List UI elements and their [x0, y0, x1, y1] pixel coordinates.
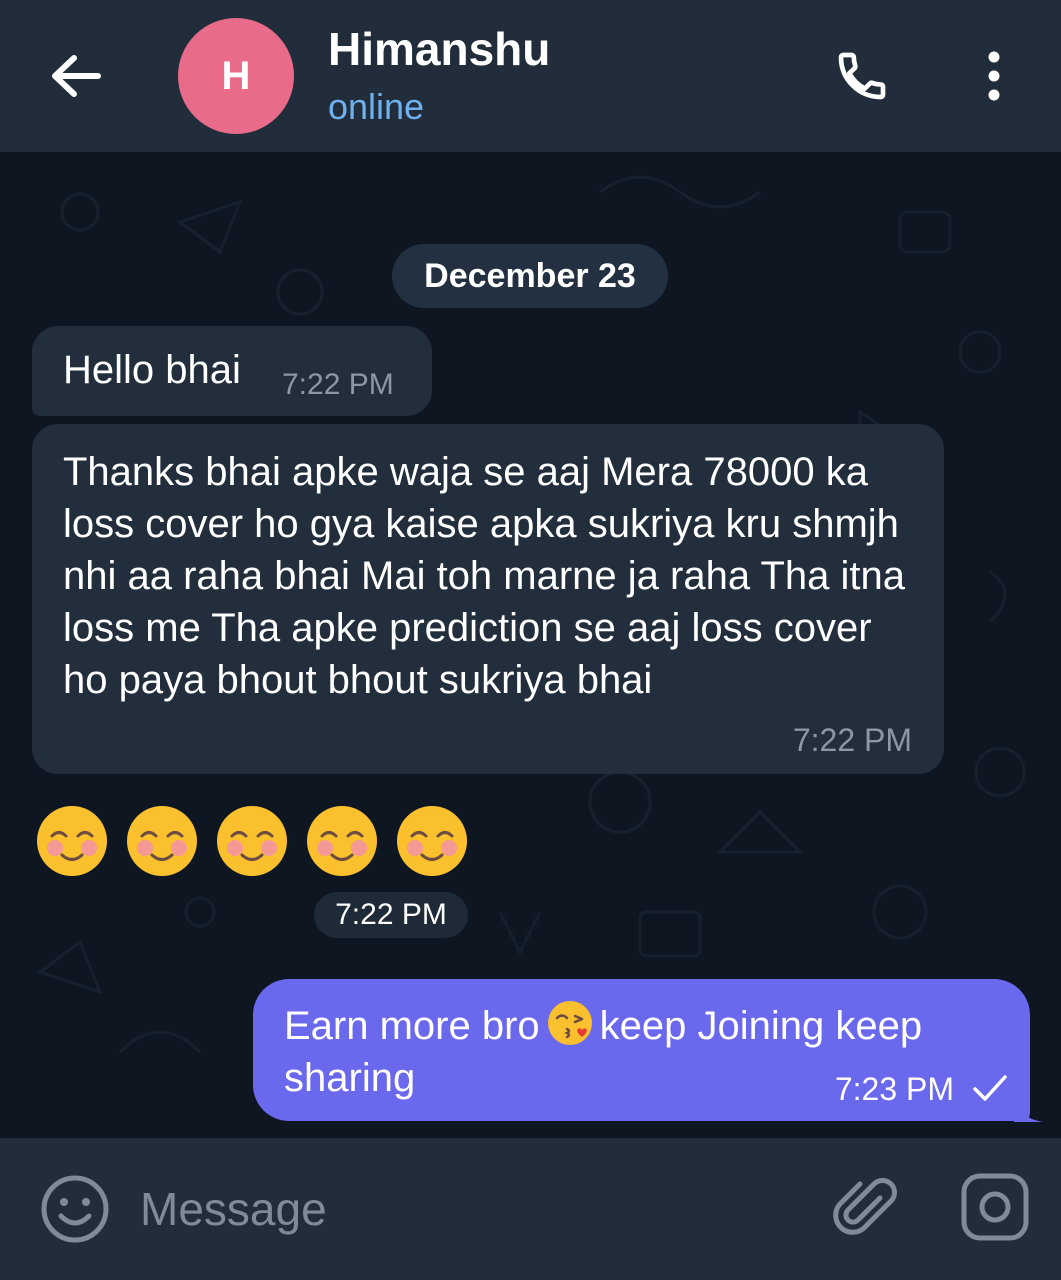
smiling-face-emoji-icon	[37, 806, 107, 876]
contact-status: online	[328, 86, 425, 127]
check-icon	[973, 1075, 1007, 1101]
more-options-button[interactable]	[958, 40, 1030, 112]
chat-area[interactable]: December 23 Hello bhai 7:22 PM Thanks bh…	[0, 152, 1061, 1138]
message-text: Thanks bhai apke waja se aaj Mera 78000 …	[63, 450, 906, 702]
message-input[interactable]: Message	[140, 1174, 780, 1244]
message-time: 7:22 PM	[792, 722, 912, 758]
message-text-part: Earn more bro	[284, 1004, 540, 1048]
incoming-message[interactable]: Thanks bhai apke waja se aaj Mera 78000 …	[32, 424, 944, 774]
phone-icon	[838, 52, 886, 100]
smiling-face-emoji-icon	[397, 806, 467, 876]
emoji-message[interactable]	[34, 803, 470, 879]
camera-icon[interactable]	[958, 1170, 1032, 1244]
avatar-initial: H	[221, 53, 251, 98]
avatar[interactable]: H	[178, 18, 294, 134]
message-time: 7:22 PM	[282, 368, 394, 401]
message-time: 7:22 PM	[314, 892, 468, 938]
smiling-face-emoji-icon	[127, 806, 197, 876]
arrow-left-icon	[52, 55, 101, 97]
back-button[interactable]	[40, 40, 112, 112]
incoming-message[interactable]: Hello bhai 7:22 PM	[32, 326, 432, 416]
contact-name[interactable]: Himanshu	[328, 22, 550, 76]
call-button[interactable]	[826, 40, 898, 112]
face-blowing-kiss-emoji-icon	[547, 1001, 592, 1045]
message-time: 7:23 PM	[834, 1071, 954, 1107]
more-vertical-icon	[988, 51, 1000, 101]
smiling-face-emoji-icon	[307, 806, 377, 876]
message-input-bar: Message	[0, 1138, 1061, 1280]
date-separator: December 23	[392, 244, 668, 308]
chat-header: H Himanshu online	[0, 0, 1061, 152]
smile-icon[interactable]	[38, 1172, 112, 1246]
message-text: Hello bhai	[63, 348, 241, 392]
smiling-face-emoji-icon	[217, 806, 287, 876]
bubble-tail	[1014, 1102, 1044, 1122]
paperclip-icon[interactable]	[828, 1172, 902, 1246]
outgoing-message[interactable]: Earn more bro keep Joining keep sharing …	[253, 979, 1030, 1121]
